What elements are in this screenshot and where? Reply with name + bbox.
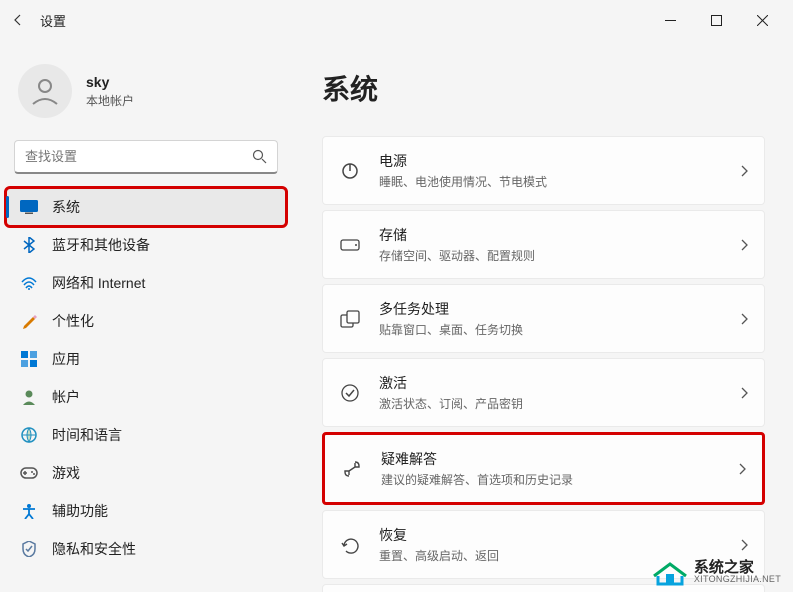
time-language-icon: [20, 426, 38, 444]
card-list: 电源睡眠、电池使用情况、节电模式存储存储空间、驱动器、配置规则多任务处理贴靠窗口…: [322, 136, 765, 592]
search-box[interactable]: [14, 140, 278, 174]
chevron-right-icon: [740, 313, 748, 325]
content: 系统 电源睡眠、电池使用情况、节电模式存储存储空间、驱动器、配置规则多任务处理贴…: [292, 40, 793, 592]
sidebar-item-label: 帐户: [52, 387, 80, 407]
bluetooth-icon: [20, 236, 38, 254]
sidebar-item-label: 应用: [52, 349, 80, 369]
card-title: 疑难解答: [381, 449, 720, 469]
card-title: 电源: [379, 151, 722, 171]
sidebar-item-gaming[interactable]: 游戏: [6, 454, 286, 492]
chevron-right-icon: [740, 387, 748, 399]
sidebar-item-accounts[interactable]: 帐户: [6, 378, 286, 416]
network-icon: [20, 274, 38, 292]
troubleshoot-icon: [341, 459, 363, 479]
chevron-right-icon: [740, 539, 748, 551]
card-subtitle: 贴靠窗口、桌面、任务切换: [379, 321, 722, 338]
card-title: 存储: [379, 225, 722, 245]
close-button[interactable]: [739, 4, 785, 36]
gaming-icon: [20, 464, 38, 482]
account-type: 本地帐户: [86, 92, 134, 109]
maximize-button[interactable]: [693, 4, 739, 36]
account-name: sky: [86, 74, 134, 90]
sidebar-item-accessibility[interactable]: 辅助功能: [6, 492, 286, 530]
sidebar-item-apps[interactable]: 应用: [6, 340, 286, 378]
sidebar-item-label: 辅助功能: [52, 501, 108, 521]
power-icon: [339, 161, 361, 181]
watermark: 系统之家 XITONGZHIJIA.NET: [652, 558, 781, 586]
watermark-text-cn: 系统之家: [694, 560, 781, 575]
sidebar-item-system[interactable]: 系统: [6, 188, 286, 226]
privacy-icon: [20, 540, 38, 558]
sidebar-item-label: 游戏: [52, 463, 80, 483]
chevron-right-icon: [738, 463, 746, 475]
card-power[interactable]: 电源睡眠、电池使用情况、节电模式: [322, 136, 765, 205]
card-subtitle: 建议的疑难解答、首选项和历史记录: [381, 471, 720, 488]
accessibility-icon: [20, 502, 38, 520]
sidebar-item-network[interactable]: 网络和 Internet: [6, 264, 286, 302]
search-input[interactable]: [25, 149, 252, 164]
nav-list: 系统蓝牙和其他设备网络和 Internet 个性化应用帐户时间和语言游戏辅助功能隐…: [0, 188, 292, 568]
chevron-right-icon: [740, 239, 748, 251]
sidebar-item-label: 个性化: [52, 311, 94, 331]
card-multitask[interactable]: 多任务处理贴靠窗口、桌面、任务切换: [322, 284, 765, 353]
personalization-icon: [20, 312, 38, 330]
card-subtitle: 睡眠、电池使用情况、节电模式: [379, 173, 722, 190]
watermark-logo-icon: [652, 558, 688, 586]
back-button[interactable]: [8, 10, 28, 30]
storage-icon: [339, 239, 361, 251]
multitask-icon: [339, 310, 361, 328]
sidebar-item-privacy[interactable]: 隐私和安全性: [6, 530, 286, 568]
activation-icon: [339, 383, 361, 403]
sidebar-item-label: 蓝牙和其他设备: [52, 235, 150, 255]
page-title: 系统: [322, 68, 765, 108]
card-subtitle: 激活状态、订阅、产品密钥: [379, 395, 722, 412]
card-storage[interactable]: 存储存储空间、驱动器、配置规则: [322, 210, 765, 279]
sidebar-item-personalization[interactable]: 个性化: [6, 302, 286, 340]
sidebar-item-label: 隐私和安全性: [52, 539, 136, 559]
card-title: 恢复: [379, 525, 722, 545]
accounts-icon: [20, 388, 38, 406]
avatar: [18, 64, 72, 118]
sidebar: sky 本地帐户 系统蓝牙和其他设备网络和 Internet 个性化应用帐户时间和…: [0, 40, 292, 592]
card-subtitle: 存储空间、驱动器、配置规则: [379, 247, 722, 264]
apps-icon: [20, 350, 38, 368]
sidebar-item-bluetooth[interactable]: 蓝牙和其他设备: [6, 226, 286, 264]
minimize-button[interactable]: [647, 4, 693, 36]
card-troubleshoot[interactable]: 疑难解答建议的疑难解答、首选项和历史记录: [322, 432, 765, 505]
watermark-text-en: XITONGZHIJIA.NET: [694, 575, 781, 584]
sidebar-item-label: 系统: [52, 197, 80, 217]
sidebar-item-label: 网络和 Internet: [52, 273, 145, 293]
card-title: 多任务处理: [379, 299, 722, 319]
window-title: 设置: [40, 11, 66, 30]
account-block[interactable]: sky 本地帐户: [0, 48, 292, 140]
card-title: 激活: [379, 373, 722, 393]
search-icon: [252, 149, 267, 164]
chevron-right-icon: [740, 165, 748, 177]
sidebar-item-label: 时间和语言: [52, 425, 122, 445]
system-icon: [20, 198, 38, 216]
sidebar-item-time-language[interactable]: 时间和语言: [6, 416, 286, 454]
card-activation[interactable]: 激活激活状态、订阅、产品密钥: [322, 358, 765, 427]
recovery-icon: [339, 536, 361, 554]
